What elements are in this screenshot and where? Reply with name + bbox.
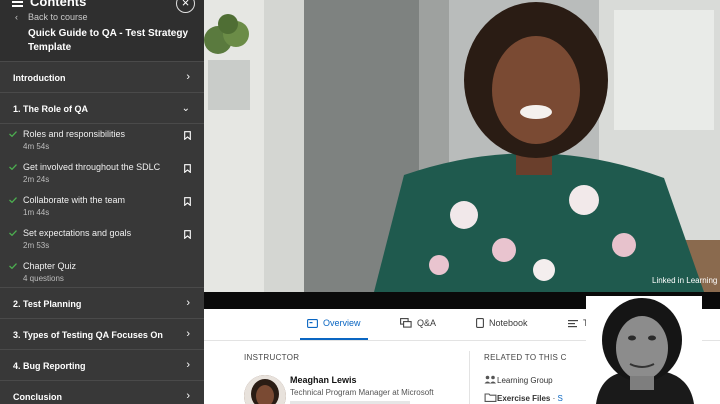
tab-label: Overview <box>323 318 361 328</box>
check-icon <box>9 197 17 203</box>
section-label: Introduction <box>13 73 66 83</box>
tab-overview[interactable]: Overview <box>307 318 361 328</box>
qa-icon <box>400 318 412 328</box>
lesson-item[interactable]: Roles and responsibilities 4m 54s <box>0 124 204 157</box>
folder-icon <box>484 393 497 402</box>
related-heading: RELATED TO THIS C <box>484 353 567 362</box>
transcript-icon <box>568 320 578 328</box>
section-bug-reporting[interactable]: 4. Bug Reporting › <box>0 349 204 381</box>
overview-icon <box>307 319 318 328</box>
section-label: 1. The Role of QA <box>13 104 89 114</box>
tab-qa[interactable]: Q&A <box>400 318 436 328</box>
check-icon <box>9 230 17 236</box>
section-types-of-testing[interactable]: 3. Types of Testing QA Focuses On › <box>0 318 204 350</box>
lesson-item[interactable]: Get involved throughout the SDLC 2m 24s <box>0 157 204 190</box>
section-conclusion[interactable]: Conclusion › <box>0 380 204 404</box>
video-watermark: Linked in Learning <box>652 276 717 285</box>
back-to-course-link[interactable]: Back to course <box>28 12 88 22</box>
sidebar-title: Contents <box>30 0 87 9</box>
chevron-left-icon: ‹ <box>15 12 18 22</box>
bookmark-icon[interactable] <box>184 131 191 140</box>
section-label: 2. Test Planning <box>13 299 82 309</box>
section-label: Conclusion <box>13 392 62 402</box>
instructor-role: Technical Program Manager at Microsoft <box>290 388 434 397</box>
active-tab-indicator <box>300 338 368 340</box>
check-icon <box>9 131 17 137</box>
related-exercise-files[interactable]: Exercise Files · S <box>484 393 563 403</box>
check-icon <box>9 263 17 269</box>
section-label: 3. Types of Testing QA Focuses On <box>13 330 163 340</box>
lesson-title: Get involved throughout the SDLC <box>23 162 161 172</box>
chevron-right-icon: › <box>186 297 190 309</box>
close-icon[interactable]: × <box>176 0 195 13</box>
section-role-of-qa[interactable]: 1. The Role of QA ⌄ <box>0 92 204 124</box>
webcam-overlay <box>586 296 702 404</box>
section-introduction[interactable]: Introduction › <box>0 61 204 93</box>
bookmark-icon[interactable] <box>184 197 191 206</box>
column-divider <box>469 351 470 404</box>
chevron-right-icon: › <box>186 71 190 83</box>
lesson-item[interactable]: Chapter Quiz 4 questions <box>0 256 204 289</box>
related-extra[interactable]: S <box>558 394 563 403</box>
webcam-feed <box>586 296 702 404</box>
lesson-title: Set expectations and goals <box>23 228 132 238</box>
bookmark-icon[interactable] <box>184 164 191 173</box>
lesson-title: Collaborate with the team <box>23 195 126 205</box>
lesson-title: Chapter Quiz <box>23 261 77 271</box>
contents-sidebar: Contents × ‹ Back to course Quick Guide … <box>0 0 204 404</box>
tab-notebook[interactable]: Notebook <box>476 318 528 328</box>
instructor-name[interactable]: Meaghan Lewis <box>290 375 357 385</box>
instructor-heading: INSTRUCTOR <box>244 353 300 362</box>
lesson-title: Roles and responsibilities <box>23 129 126 139</box>
related-label: Exercise Files <box>497 394 551 403</box>
lesson-item[interactable]: Set expectations and goals 2m 53s <box>0 223 204 256</box>
lesson-duration: 4m 54s <box>23 142 50 151</box>
notebook-icon <box>476 318 484 328</box>
chevron-right-icon: › <box>186 390 190 402</box>
tab-label: Notebook <box>489 318 528 328</box>
chevron-right-icon: › <box>186 328 190 340</box>
chevron-down-icon: ⌄ <box>181 103 190 114</box>
instructor-photo <box>244 375 286 404</box>
section-label: 4. Bug Reporting <box>13 361 86 371</box>
chevron-right-icon: › <box>186 359 190 371</box>
bookmark-icon[interactable] <box>184 230 191 239</box>
course-title: Quick Guide to QA - Test Strategy Templa… <box>28 28 189 53</box>
group-icon <box>484 375 496 384</box>
tab-label: Q&A <box>417 318 437 328</box>
lesson-item[interactable]: Collaborate with the team 1m 44s <box>0 190 204 223</box>
lesson-duration: 2m 53s <box>23 241 50 250</box>
lesson-duration: 1m 44s <box>23 208 50 217</box>
sidebar-header: Contents × ‹ Back to course Quick Guide … <box>0 0 204 61</box>
avatar[interactable] <box>244 375 286 404</box>
video-player[interactable]: Linked in Learning <box>204 0 720 292</box>
related-label: Learning Group <box>497 376 553 385</box>
menu-icon[interactable] <box>12 0 23 7</box>
video-frame: Linked in Learning <box>204 0 720 292</box>
check-icon <box>9 164 17 170</box>
lesson-duration: 4 questions <box>23 274 64 283</box>
related-learning-group[interactable]: Learning Group <box>484 375 553 385</box>
section-test-planning[interactable]: 2. Test Planning › <box>0 287 204 319</box>
lesson-duration: 2m 24s <box>23 175 50 184</box>
